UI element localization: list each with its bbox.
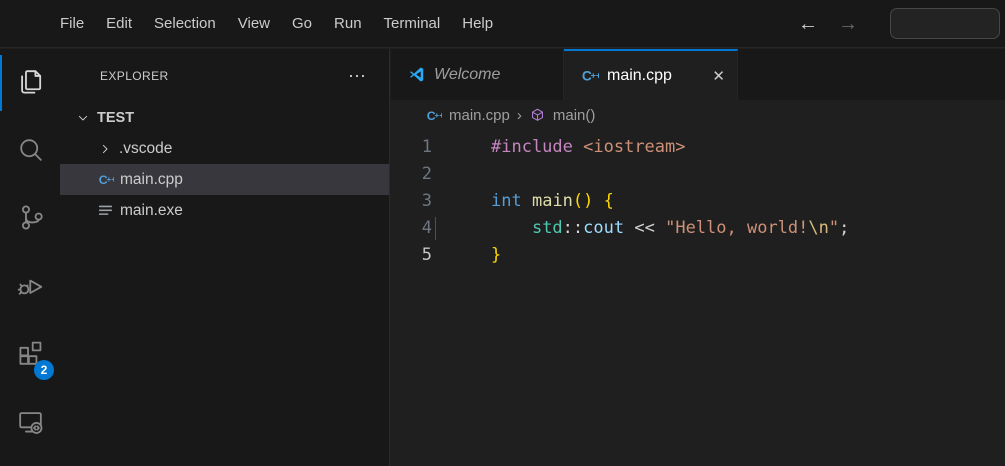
code-token	[491, 218, 532, 238]
activity-bar-item-source-control[interactable]	[0, 185, 60, 253]
sidebar-title: EXPLORER	[100, 69, 169, 83]
cpp-file-icon: C++	[97, 171, 114, 188]
indent-guide	[435, 217, 436, 240]
cpp-file-icon: C++	[425, 107, 442, 124]
badge-count: 2	[34, 360, 54, 380]
code-line-2[interactable]: 2	[391, 161, 1005, 188]
chevron-right-icon	[97, 141, 113, 157]
tab-label: Welcome	[434, 66, 500, 84]
cpp-file-icon: C++	[580, 66, 599, 85]
breadcrumb-symbol[interactable]: main()	[553, 107, 596, 124]
line-number: 4	[391, 215, 446, 242]
tab-main-cpp[interactable]: C++ main.cpp ✕	[564, 49, 738, 100]
line-content[interactable]	[446, 161, 491, 188]
activity-bar-item-remote-explorer[interactable]	[0, 389, 60, 457]
tree-item-TEST[interactable]: TEST	[60, 102, 389, 133]
line-content[interactable]: }	[446, 242, 501, 269]
activity-bar-item-search[interactable]	[0, 117, 60, 185]
more-actions-icon[interactable]: ⋯	[348, 71, 367, 81]
code-token: #include	[491, 137, 573, 157]
line-number: 1	[391, 134, 446, 161]
code-token: int	[491, 191, 522, 211]
code-token	[522, 191, 532, 211]
menu-item-terminal[interactable]: Terminal	[373, 15, 452, 32]
menu-item-selection[interactable]: Selection	[143, 15, 227, 32]
activity-bar: 2	[0, 49, 60, 466]
tab-label: main.cpp	[607, 67, 672, 85]
menu-item-go[interactable]: Go	[281, 15, 323, 32]
code-token: ()	[573, 191, 593, 211]
tree-item-label: main.cpp	[120, 171, 183, 189]
code-token: \n	[808, 218, 828, 238]
remote-icon	[15, 406, 46, 441]
title-bar: FileEditSelectionViewGoRunTerminalHelp ←…	[0, 0, 1005, 48]
line-content[interactable]: std::cout << "Hello, world!\n";	[446, 215, 849, 242]
vscode-logo-icon	[13, 11, 39, 37]
tree-item-main-cpp[interactable]: C++ main.cpp	[60, 164, 389, 195]
code-token	[624, 218, 634, 238]
code-token: {	[604, 191, 614, 211]
menu-item-view[interactable]: View	[227, 15, 281, 32]
vscode-logo-icon	[407, 65, 426, 84]
line-content[interactable]: int main() {	[446, 188, 614, 215]
tree-item--vscode[interactable]: .vscode	[60, 133, 389, 164]
code-token	[655, 218, 665, 238]
breadcrumb-file[interactable]: main.cpp	[449, 107, 510, 124]
code-token: <<	[634, 218, 654, 238]
code-token: "	[829, 218, 839, 238]
code-line-1[interactable]: 1#include <iostream>	[391, 134, 1005, 161]
tab-bar: Welcome C++ main.cpp ✕	[391, 49, 1005, 100]
activity-bar-item-extensions[interactable]: 2	[0, 321, 60, 389]
code-token: ::	[563, 218, 583, 238]
close-icon[interactable]: ✕	[698, 67, 725, 85]
binary-file-icon	[97, 202, 114, 219]
history-back-button[interactable]: ←	[798, 13, 818, 36]
file-tree: TEST .vscode C++ main.cpp main.exe	[60, 102, 389, 226]
code-token	[573, 137, 583, 157]
menu-item-file[interactable]: File	[49, 15, 95, 32]
chevron-right-icon: ›	[517, 107, 522, 124]
search-icon	[15, 134, 46, 169]
tree-item-main-exe[interactable]: main.exe	[60, 195, 389, 226]
tree-item-label: main.exe	[120, 202, 183, 220]
code-token: main	[532, 191, 573, 211]
svg-text:++: ++	[591, 71, 599, 81]
code-token: }	[491, 245, 501, 265]
menu-item-help[interactable]: Help	[451, 15, 504, 32]
menu-item-edit[interactable]: Edit	[95, 15, 143, 32]
activity-bar-item-run-debug[interactable]	[0, 253, 60, 321]
line-number: 5	[391, 242, 446, 269]
code-token: <iostream>	[583, 137, 685, 157]
code-line-4[interactable]: 4 std::cout << "Hello, world!\n";	[391, 215, 1005, 242]
code-editor[interactable]: 1#include <iostream>23int main() {4 std:…	[391, 131, 1005, 269]
command-center-search[interactable]	[890, 8, 1000, 39]
files-icon	[15, 66, 46, 101]
tree-item-label: TEST	[97, 110, 134, 126]
explorer-sidebar: EXPLORER ⋯ TEST .vscode C++ main.cpp main.ex…	[60, 49, 390, 466]
line-content[interactable]: #include <iostream>	[446, 134, 686, 161]
tree-item-label: .vscode	[119, 140, 172, 158]
code-line-3[interactable]: 3int main() {	[391, 188, 1005, 215]
tab-welcome[interactable]: Welcome	[391, 49, 564, 100]
chevron-down-icon	[75, 110, 91, 126]
menu-bar: FileEditSelectionViewGoRunTerminalHelp	[49, 0, 504, 47]
code-token	[593, 191, 603, 211]
symbol-cube-icon	[529, 107, 546, 124]
code-line-5[interactable]: 5}	[391, 242, 1005, 269]
code-token: cout	[583, 218, 624, 238]
code-token: "Hello, world!	[665, 218, 808, 238]
breadcrumb[interactable]: C++ main.cpp › main()	[391, 100, 1005, 131]
svg-text:++: ++	[435, 111, 442, 120]
menu-item-run[interactable]: Run	[323, 15, 373, 32]
line-number: 3	[391, 188, 446, 215]
debug-icon	[15, 270, 46, 305]
code-token: ;	[839, 218, 849, 238]
history-forward-button[interactable]: →	[838, 13, 858, 36]
svg-text:++: ++	[107, 175, 114, 184]
source-control-icon	[15, 202, 46, 237]
line-number: 2	[391, 161, 446, 188]
editor-group: Welcome C++ main.cpp ✕ C++ main.cpp › main(…	[391, 49, 1005, 466]
activity-bar-item-explorer[interactable]	[0, 49, 60, 117]
code-token: std	[532, 218, 563, 238]
